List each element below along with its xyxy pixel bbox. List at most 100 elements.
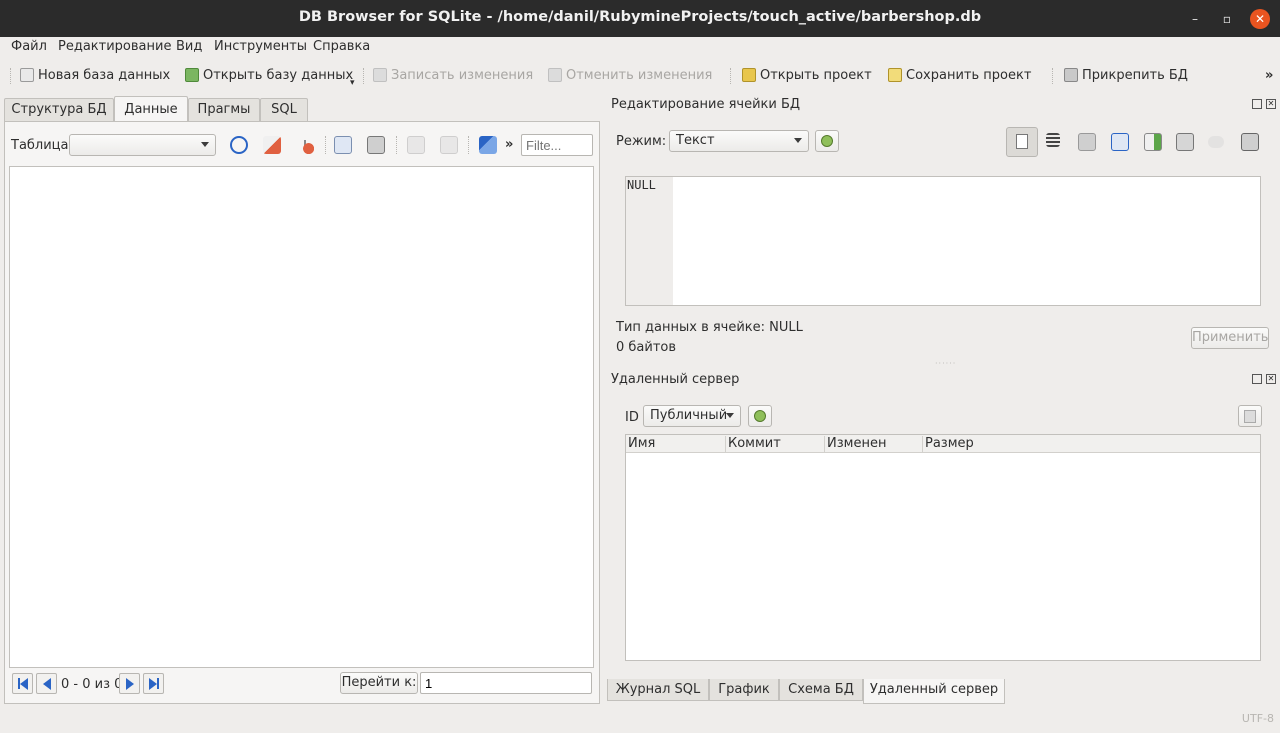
apply-button[interactable]: Применить xyxy=(1191,327,1269,349)
maximize-button[interactable]: ▫ xyxy=(1217,9,1237,29)
open-database-label: Открыть базу данных xyxy=(203,67,354,83)
refresh-icon[interactable] xyxy=(230,136,248,154)
column-header-size[interactable]: Размер xyxy=(923,436,1023,453)
chevron-down-icon xyxy=(201,142,209,147)
toolbar-overflow-button[interactable]: » xyxy=(1265,66,1273,84)
data-grid[interactable] xyxy=(9,166,594,668)
revert-changes-label: Отменить изменения xyxy=(566,67,713,83)
write-changes-icon xyxy=(373,68,387,82)
last-record-button[interactable] xyxy=(143,673,164,694)
tab-remote[interactable]: Удаленный сервер xyxy=(863,679,1005,704)
dock-splitter[interactable]: ······ xyxy=(935,359,956,368)
mode-select[interactable]: Текст xyxy=(669,130,809,152)
save-project-button[interactable]: Сохранить проект xyxy=(888,66,1031,84)
record-count-label: 0 - 0 из 0 xyxy=(61,677,123,692)
filter-input[interactable] xyxy=(521,134,593,156)
menu-help[interactable]: Справка xyxy=(313,39,370,54)
column-header-name[interactable]: Имя xyxy=(626,436,726,453)
window-title: DB Browser for SQLite - /home/danil/Ruby… xyxy=(298,9,982,25)
more-tools-button[interactable]: » xyxy=(505,137,513,152)
menu-file[interactable]: Файл xyxy=(11,39,47,54)
revert-changes-icon xyxy=(548,68,562,82)
remote-dock-title: Удаленный сервер xyxy=(611,372,740,387)
word-wrap-button[interactable] xyxy=(1006,127,1038,157)
export-icon[interactable] xyxy=(1111,133,1129,151)
tab-sql-log[interactable]: Журнал SQL xyxy=(607,679,709,701)
first-record-button[interactable] xyxy=(12,673,33,694)
goto-button[interactable]: Перейти к: xyxy=(340,672,418,694)
editor-gutter xyxy=(626,177,673,305)
chevron-down-icon xyxy=(794,138,802,143)
menu-bar: Файл Редактирование Вид Инструменты Спра… xyxy=(0,37,1280,57)
open-database-icon xyxy=(185,68,199,82)
remote-files-table[interactable]: Имя Коммит Изменен Размер xyxy=(625,434,1261,661)
identity-label: ID xyxy=(625,410,639,425)
tab-pragmas[interactable]: Прагмы xyxy=(188,98,260,122)
cell-type-info: Тип данных в ячейке: NULL xyxy=(616,320,803,335)
attach-database-button[interactable]: Прикрепить БД xyxy=(1064,66,1188,84)
tab-db-structure[interactable]: Структура БД xyxy=(4,98,114,122)
open-database-button[interactable]: Открыть базу данных xyxy=(185,66,353,84)
dock-close-icon[interactable]: ✕ xyxy=(1266,374,1276,384)
indent-icon[interactable] xyxy=(1046,133,1060,147)
copy-icon[interactable] xyxy=(1176,133,1194,151)
menu-view[interactable]: Вид xyxy=(176,39,202,54)
auto-switch-mode-button[interactable] xyxy=(815,130,839,152)
table-select[interactable] xyxy=(69,134,216,156)
text-format-icon[interactable] xyxy=(479,136,497,154)
next-record-button[interactable] xyxy=(119,673,140,694)
save-table-icon[interactable] xyxy=(334,136,352,154)
mode-label: Режим: xyxy=(616,134,667,149)
identity-settings-button[interactable] xyxy=(748,405,772,427)
dock-close-icon[interactable]: ✕ xyxy=(1266,99,1276,109)
revert-changes-button[interactable]: Отменить изменения xyxy=(548,66,712,84)
tab-db-schema[interactable]: Схема БД xyxy=(779,679,863,701)
toolbar-separator xyxy=(325,136,326,154)
close-button[interactable]: ✕ xyxy=(1250,9,1270,29)
cell-editor[interactable]: NULL xyxy=(625,176,1261,306)
toolbar-separator xyxy=(396,136,397,154)
new-database-button[interactable]: Новая база данных xyxy=(20,66,170,84)
cell-editor-content: NULL xyxy=(627,178,656,192)
tab-browse-data[interactable]: Данные xyxy=(114,96,188,121)
menu-edit[interactable]: Редактирование xyxy=(58,39,171,54)
save-project-icon xyxy=(888,68,902,82)
open-project-label: Открыть проект xyxy=(760,67,872,83)
goto-record-input[interactable] xyxy=(420,672,592,694)
write-changes-button[interactable]: Записать изменения xyxy=(373,66,533,84)
minimize-button[interactable]: – xyxy=(1185,9,1205,29)
open-database-dropdown-arrow[interactable]: ▾ xyxy=(350,74,355,92)
push-database-button[interactable] xyxy=(1238,405,1262,427)
gear-icon xyxy=(754,410,766,422)
attach-database-icon xyxy=(1064,68,1078,82)
identity-select[interactable]: Публичный xyxy=(643,405,741,427)
print-icon[interactable] xyxy=(1241,133,1259,151)
sort-clear-icon[interactable] xyxy=(296,136,314,154)
insert-record-icon[interactable] xyxy=(407,136,425,154)
open-project-button[interactable]: Открыть проект xyxy=(742,66,872,84)
previous-record-button[interactable] xyxy=(36,673,57,694)
edit-cell-dock-title: Редактирование ячейки БД xyxy=(611,97,801,112)
cell-size-info: 0 байтов xyxy=(616,340,677,355)
dock-float-icon[interactable] xyxy=(1252,374,1262,384)
document-icon xyxy=(1016,134,1028,149)
tab-plot[interactable]: График xyxy=(709,679,779,701)
clear-filters-icon[interactable] xyxy=(263,136,281,154)
toggle-icon[interactable] xyxy=(1208,136,1224,148)
identity-select-value: Публичный xyxy=(650,408,728,423)
table-label: Таблица: xyxy=(11,138,73,153)
gear-icon xyxy=(821,135,833,147)
browse-data-panel: Таблица: » 0 - 0 из 0 Перейти к: xyxy=(4,121,600,704)
import-icon[interactable] xyxy=(1078,133,1096,151)
toolbar-separator xyxy=(363,68,364,84)
set-as-null-icon[interactable] xyxy=(1144,133,1162,151)
tab-sql[interactable]: SQL xyxy=(260,98,308,122)
print-icon[interactable] xyxy=(367,136,385,154)
menu-tools[interactable]: Инструменты xyxy=(214,39,307,54)
column-header-commit[interactable]: Коммит xyxy=(726,436,825,453)
upload-icon xyxy=(1244,410,1256,423)
column-header-modified[interactable]: Изменен xyxy=(825,436,923,453)
delete-record-icon[interactable] xyxy=(440,136,458,154)
dock-float-icon[interactable] xyxy=(1252,99,1262,109)
mode-select-value: Текст xyxy=(676,133,715,148)
